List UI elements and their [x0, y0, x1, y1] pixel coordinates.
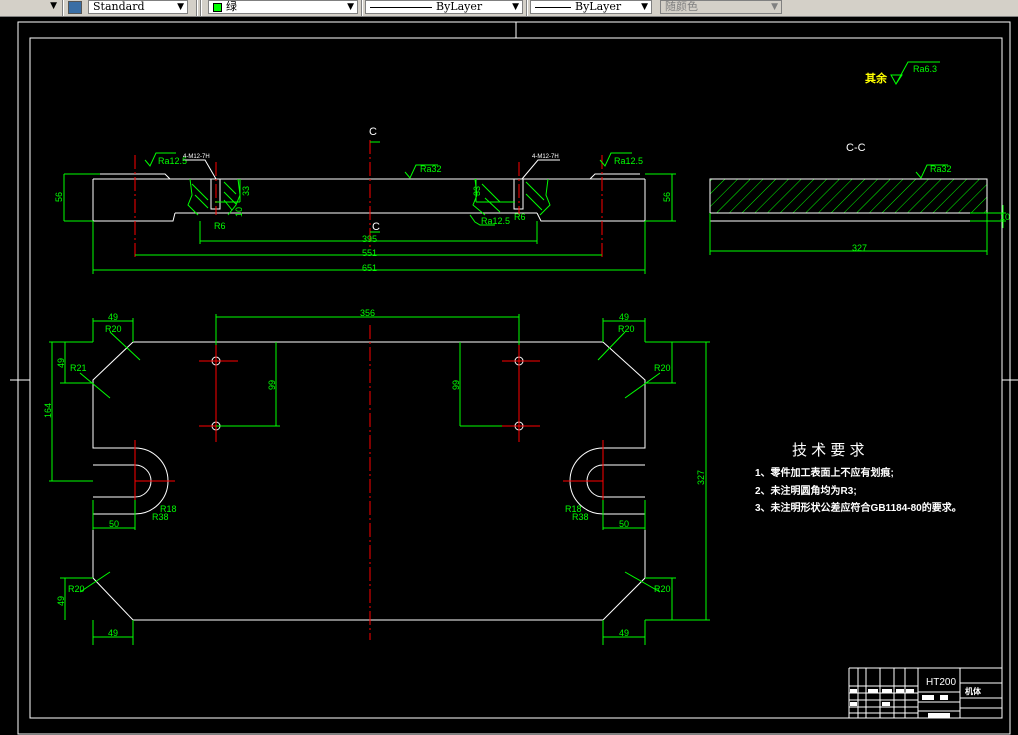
roughness-label: Ra12.5 — [481, 216, 510, 226]
section-mark-bottom: C — [372, 221, 380, 233]
dim-651: 651 — [362, 263, 377, 273]
dim-r20: R20 — [68, 584, 85, 594]
dim-height-left: 56 — [54, 192, 64, 202]
color-select[interactable]: 绿 ▼ — [208, 0, 358, 14]
linetype-preview — [370, 6, 432, 8]
dim-r21: R21 — [70, 363, 87, 373]
dim-radius: R6 — [514, 212, 526, 222]
dim-49: 49 — [108, 312, 118, 322]
technical-requirements: 技 术 要 求 1、零件加工表面上不应有划痕; 2、未注明圆角均为R3; 3、未… — [755, 442, 962, 514]
dim-r38: R38 — [572, 512, 589, 522]
chevron-down-icon: ▼ — [347, 2, 354, 12]
lineweight-select[interactable]: ByLayer ▼ — [530, 0, 652, 14]
tech-req-item: 3、未注明形状公差应符合GB1184-80的要求。 — [755, 501, 962, 514]
chevron-down-icon: ▼ — [771, 2, 778, 12]
text-style-icon[interactable] — [68, 1, 82, 14]
dim-99: 99 — [451, 380, 461, 390]
dim-r20: R20 — [654, 363, 671, 373]
dim-49: 49 — [108, 628, 118, 638]
chevron-down-icon: ▼ — [50, 1, 57, 11]
chevron-down-icon: ▼ — [641, 2, 648, 12]
roughness-label: Ra32 — [930, 164, 952, 174]
linetype-select[interactable]: ByLayer ▼ — [365, 0, 523, 14]
dim-small: 10 — [234, 207, 244, 217]
prev-combo-stub[interactable]: ▼ — [0, 0, 60, 14]
dim-small: 10 — [1000, 212, 1010, 222]
dim-depth: 33 — [241, 186, 251, 196]
dim-height-right: 56 — [662, 192, 672, 202]
color-swatch — [213, 2, 222, 12]
tech-req-item: 1、零件加工表面上不应有划痕; — [755, 466, 894, 479]
title-block: HT200 机体 — [848, 667, 1002, 718]
roughness-label: Ra12.5 — [614, 156, 643, 166]
front-view: C C 4-M12-7H 4-M12-7H Ra12.5 Ra32 Ra12.5… — [54, 126, 676, 274]
dim-49: 49 — [619, 312, 629, 322]
roughness-rest-value: Ra6.3 — [913, 64, 937, 74]
chevron-down-icon: ▼ — [177, 2, 184, 12]
dim-327: 327 — [852, 243, 867, 253]
dim-49: 49 — [56, 358, 66, 368]
tech-req-title: 技 术 要 求 — [792, 442, 865, 459]
dim-r38: R38 — [152, 512, 169, 522]
drawing-canvas[interactable]: 其余 Ra6.3 C C 4-M12-7H 4-M12-7H Ra12.5 Ra… — [0, 18, 1018, 735]
dim-r20: R20 — [105, 324, 122, 334]
roughness-label: Ra32 — [420, 164, 442, 174]
thread-callout-right: 4-M12-7H — [532, 154, 559, 160]
section-mark-top: C — [369, 126, 377, 138]
section-title: C-C — [846, 142, 866, 154]
lineweight-preview — [535, 6, 571, 8]
tech-req-item: 2、未注明圆角均为R3; — [755, 484, 857, 497]
dim-49: 49 — [56, 596, 66, 606]
dim-depth: 33 — [472, 186, 482, 196]
dim-r20: R20 — [618, 324, 635, 334]
part-name-label: 机体 — [965, 686, 982, 696]
plot-style-select: 随颜色 ▼ — [660, 0, 782, 14]
dim-99: 99 — [267, 380, 277, 390]
dim-395: 395 — [362, 234, 377, 244]
dim-radius: R6 — [214, 221, 226, 231]
material-label: HT200 — [926, 677, 956, 688]
roughness-rest-label: 其余 — [865, 71, 888, 85]
dim-r20: R20 — [654, 584, 671, 594]
plan-view: 356 49 49 R20 R20 R21 R20 49 164 99 99 R… — [43, 308, 710, 645]
dim-164: 164 — [43, 403, 53, 418]
dim-356: 356 — [360, 308, 375, 318]
dim-551: 551 — [362, 248, 377, 258]
dim-327: 327 — [696, 470, 706, 485]
dim-50: 50 — [619, 519, 629, 529]
drawing-frame — [10, 21, 1018, 735]
dim-49: 49 — [619, 628, 629, 638]
text-style-select[interactable]: Standard ▼ — [88, 0, 188, 14]
chevron-down-icon: ▼ — [512, 2, 519, 12]
dim-50: 50 — [109, 519, 119, 529]
properties-toolbar: ▼ Standard ▼ 绿 ▼ ByLayer ▼ ByLayer ▼ 随颜色 ▼ — [0, 0, 1018, 17]
section-view: C-C Ra32 327 10 — [709, 142, 1010, 255]
roughness-label: Ra12.5 — [158, 156, 187, 166]
